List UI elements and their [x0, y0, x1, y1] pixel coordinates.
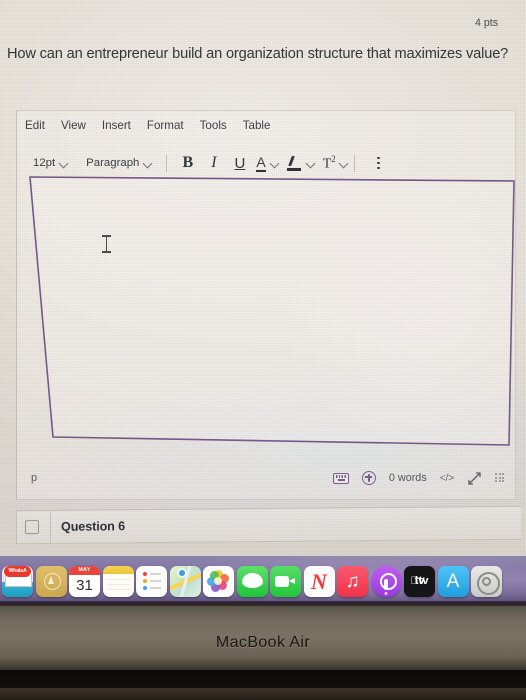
menu-table[interactable]: Table [243, 119, 271, 132]
editor-body-outline [29, 176, 515, 446]
mail-badge: WhatsA [4, 565, 31, 577]
superscript-base: T [322, 156, 332, 172]
menu-view[interactable]: View [61, 119, 86, 132]
expand-arrows-icon[interactable] [467, 471, 482, 486]
screenshot-root: How can an entrepreneur build an organiz… [0, 0, 526, 700]
appletv-label: tv [414, 574, 425, 587]
question-bar-divider [50, 510, 51, 543]
device-model-label: MacBook Air [215, 634, 311, 651]
highlight-icon[interactable] [286, 155, 302, 171]
menu-insert[interactable]: Insert [102, 119, 131, 132]
chevron-down-icon[interactable] [340, 159, 348, 167]
editor-statusbar: p 0 words </> [31, 466, 505, 490]
toolbar-divider [166, 154, 168, 172]
accessibility-checker-icon[interactable] [361, 471, 376, 485]
underline-button[interactable]: U [227, 152, 252, 174]
italic-button[interactable]: I [201, 152, 226, 174]
dock-items: WhatsA MAY 31 N ♫ tv A [2, 564, 502, 598]
highlight-color-group[interactable] [286, 155, 315, 171]
dock-item-appstore[interactable] [437, 565, 469, 597]
toolbar-divider [353, 154, 355, 172]
element-path[interactable]: p [31, 472, 37, 484]
statusbar-tools: 0 words </> [332, 471, 505, 486]
block-format-value: Paragraph [86, 157, 140, 169]
editor-body-container[interactable] [17, 173, 517, 453]
chevron-down-icon[interactable] [307, 159, 315, 167]
dock-item-messages[interactable] [236, 565, 268, 597]
chevron-down-icon[interactable] [271, 159, 279, 167]
dock-item-settings[interactable] [471, 565, 502, 597]
dock-item-notes[interactable] [102, 565, 134, 597]
dock-item-podcasts[interactable] [370, 565, 402, 597]
dock-item-mail[interactable]: WhatsA [2, 565, 33, 597]
laptop-screen: How can an entrepreneur build an organiz… [0, 0, 526, 566]
superscript-button[interactable]: T2 [323, 154, 336, 173]
dock-item-reminders[interactable] [136, 565, 167, 597]
chevron-down-icon [144, 159, 152, 167]
editor-menubar: Edit View Insert Format Tools Table [25, 119, 270, 132]
text-style-group: B I U [175, 152, 252, 174]
question-title: Question 6 [61, 519, 126, 534]
calendar-day: 31 [76, 576, 93, 594]
question-header-bar: Question 6 [16, 505, 521, 545]
dock-item-calendar[interactable]: MAY 31 [69, 565, 100, 597]
editor-border-polygon [29, 176, 515, 446]
bold-button[interactable]: B [175, 152, 200, 174]
dock-item-appletv[interactable]: tv [404, 565, 435, 597]
flag-icon[interactable] [25, 520, 39, 535]
html-editor-icon[interactable]: </> [440, 472, 455, 484]
dock-item-news[interactable] [303, 565, 335, 597]
calendar-month: MAY [69, 565, 100, 575]
dock-item-unknown-gold[interactable] [35, 565, 67, 597]
menu-format[interactable]: Format [147, 119, 184, 132]
menu-tools[interactable]: Tools [200, 119, 227, 132]
dock-running-indicator [384, 591, 388, 595]
word-count: 0 words [388, 472, 427, 484]
more-options-icon[interactable] [369, 153, 389, 173]
text-color-group[interactable]: A [256, 155, 278, 172]
question-points: 4 pts [475, 17, 498, 29]
bezel-highlight [0, 606, 526, 636]
superscript-group[interactable]: T2 [323, 154, 348, 173]
rich-text-editor: Edit View Insert Format Tools Table 12pt… [16, 110, 516, 500]
text-color-button[interactable]: A [256, 155, 266, 172]
dock-item-maps[interactable] [169, 565, 201, 597]
font-size-value: 12pt [33, 157, 56, 169]
dock-item-photos[interactable] [203, 565, 234, 597]
font-size-dropdown[interactable]: 12pt [27, 155, 74, 171]
laptop-bottom-bezel: MacBook Air [0, 604, 526, 700]
bezel-foot-band [0, 688, 526, 700]
menu-edit[interactable]: Edit [25, 119, 45, 132]
block-format-dropdown[interactable]: Paragraph [80, 155, 158, 171]
dock-item-music[interactable] [337, 565, 368, 597]
dock-item-facetime[interactable] [270, 565, 301, 597]
chevron-down-icon [60, 159, 68, 167]
resize-grip-icon[interactable] [495, 473, 505, 483]
superscript-exponent: 2 [331, 153, 336, 164]
question-prompt-text: How can an entrepreneur build an organiz… [7, 46, 509, 62]
gold-triangle-icon [47, 575, 54, 584]
keyboard-shortcuts-icon[interactable] [332, 472, 349, 484]
